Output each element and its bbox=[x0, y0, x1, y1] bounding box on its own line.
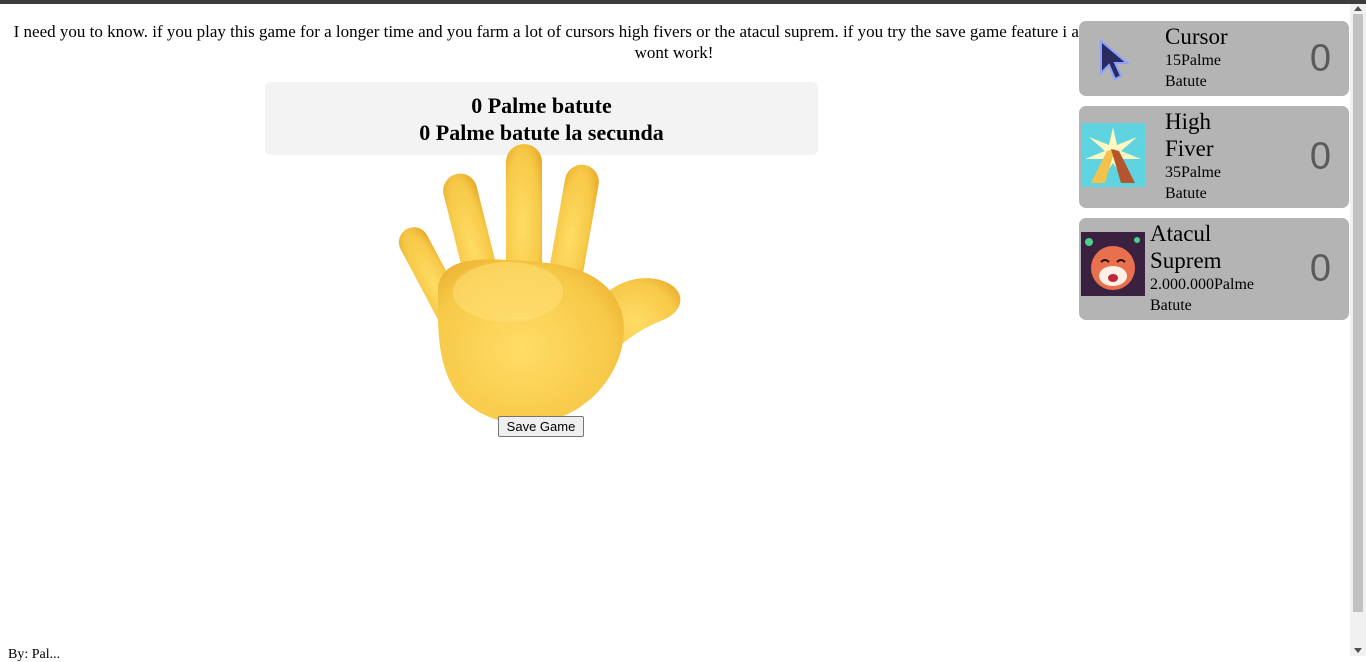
shop-item-price: 15Palme bbox=[1165, 52, 1221, 69]
shop-item-price-unit: Batute bbox=[1165, 185, 1207, 202]
shop-item-name-line1: Atacul bbox=[1150, 221, 1212, 246]
footer-credit: By: Pal... bbox=[8, 647, 61, 662]
total-claps-label: 0 Palme batute bbox=[471, 93, 612, 118]
high-five-image bbox=[1081, 123, 1145, 187]
scroll-up-icon[interactable] bbox=[1354, 6, 1362, 11]
shop-item-name-line2: Fiver bbox=[1165, 136, 1214, 161]
shop-item-atacul-suprem[interactable]: Atacul Suprem 2.000.000Palme Batute 0 bbox=[1079, 218, 1349, 320]
shop-item-cursor[interactable]: Cursor 15Palme Batute 0 bbox=[1079, 21, 1349, 96]
shop-item-count: 0 bbox=[1309, 247, 1331, 290]
cursor-icon bbox=[1100, 38, 1130, 81]
shop-panel: Cursor 15Palme Batute 0 High Fiver 35Pal… bbox=[1079, 21, 1349, 330]
shop-item-name: Cursor bbox=[1165, 24, 1228, 49]
shop-item-price-unit: Batute bbox=[1165, 73, 1207, 90]
shop-item-count: 0 bbox=[1309, 37, 1331, 79]
shop-item-price: 2.000.000Palme bbox=[1150, 276, 1254, 293]
shop-item-price-unit: Batute bbox=[1150, 297, 1192, 314]
shop-item-count: 0 bbox=[1309, 135, 1331, 178]
character-image bbox=[1081, 232, 1145, 296]
scroll-down-icon[interactable] bbox=[1354, 648, 1362, 653]
vertical-scrollbar[interactable] bbox=[1350, 4, 1366, 656]
shop-item-price: 35Palme bbox=[1165, 164, 1221, 181]
raised-hand-icon[interactable] bbox=[398, 142, 688, 427]
shop-item-high-fiver[interactable]: High Fiver 35Palme Batute 0 bbox=[1079, 106, 1349, 208]
shop-item-name-line2: Suprem bbox=[1150, 248, 1222, 273]
save-game-button[interactable]: Save Game bbox=[498, 416, 584, 437]
browser-top-edge bbox=[0, 0, 1366, 4]
scrollbar-thumb[interactable] bbox=[1353, 14, 1363, 612]
shop-item-name-line1: High bbox=[1165, 109, 1211, 134]
